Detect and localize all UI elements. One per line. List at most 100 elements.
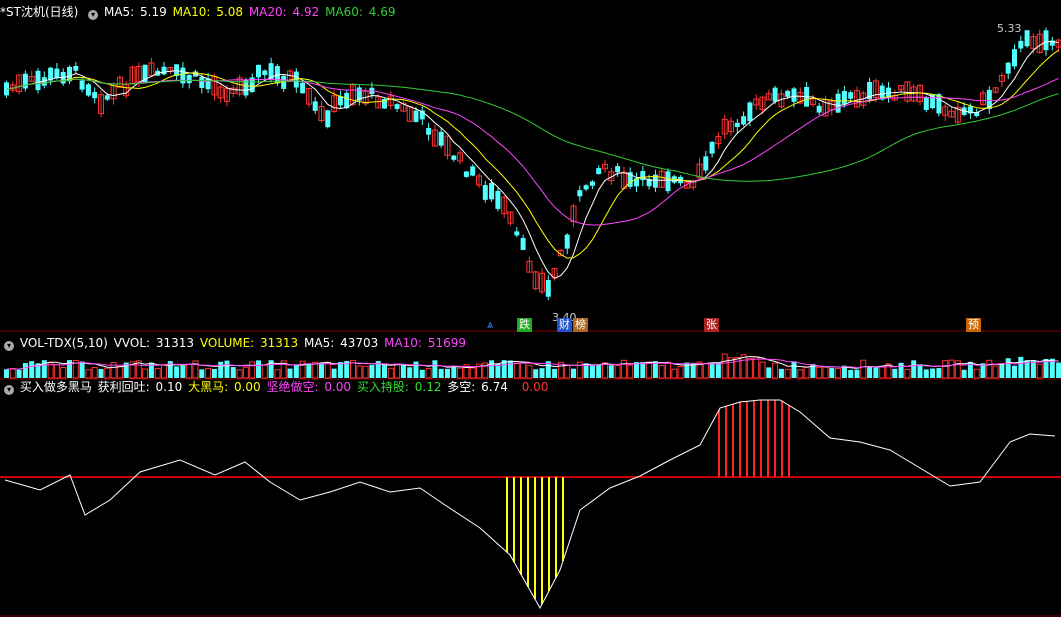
volume-bar [369,364,375,378]
ma20-label: MA20: [248,5,291,19]
tag-zhang[interactable]: 张 [704,318,719,332]
candle-body [463,171,469,177]
volume-bar [22,363,28,378]
price-chart[interactable] [0,0,1061,332]
volume-bar [665,361,671,379]
volume-bar [16,369,22,378]
volume-bar [634,362,639,378]
volume-bar [1036,363,1043,379]
tag-die[interactable]: 跌 [517,318,532,332]
volume-bar [746,357,753,379]
collapse-icon[interactable]: ▾ [88,10,99,20]
indicator-name: 买入做多黑马 [19,380,92,394]
volume-bar [236,369,243,379]
volume-bar [324,361,331,379]
candle-body [936,94,942,114]
candle-body [495,190,501,209]
volume-bar [387,367,394,379]
volume-bar [791,361,797,378]
candle-body [104,95,110,100]
volume-bar [892,368,898,378]
candle-body [923,97,929,110]
vol-ma10-label: MA10: [384,336,426,350]
tag-yu[interactable]: 预 [966,318,981,332]
candle-body [514,231,520,236]
volume-bar [854,369,860,378]
volume-bar [104,367,111,379]
volume-bar [287,368,293,378]
volume-bar [319,362,324,378]
volume-bar [879,366,886,379]
volume-bar [394,363,401,379]
candle-body [734,122,740,127]
volume-bar [677,365,684,379]
indicator-pane[interactable]: ▾ 买入做多黑马 获利回吐: 0.10 大黑马: 0.00 坚绝做空: 0.00… [0,380,1061,617]
long-short-line [4,399,1056,610]
candle-body [256,64,261,78]
volume-bar [513,362,520,379]
volume-bar [116,365,123,379]
big-dark-horse-value: 0.00 [233,380,261,394]
tag-arrow[interactable]: ⩓ [485,318,495,332]
volume-bar [174,366,180,378]
buy-hold-value: 0.12 [414,380,442,394]
volume-bar [419,369,425,378]
volume-bar [766,367,772,378]
volume-bar [702,363,709,379]
collapse-icon[interactable]: ▾ [4,385,14,395]
indicator-legend: ▾ 买入做多黑马 获利回吐: 0.10 大黑马: 0.00 坚绝做空: 0.00… [0,379,550,395]
volume-bar [79,361,85,378]
volume-bar [312,361,319,379]
tag-cai[interactable]: 财 [557,318,572,332]
volume-bar [306,363,312,378]
volume-bar [608,365,614,378]
volume-bar [917,364,923,378]
candle-body [816,105,822,113]
ma5-label: MA5: [103,5,139,19]
volume-bar [829,368,835,378]
candle-body [35,70,41,91]
volume-pane[interactable]: ▾ VOL-TDX(5,10) VVOL: 31313 VOLUME: 3131… [0,333,1061,380]
vvol-label: VVOL: [113,336,154,350]
volume-bar [936,368,942,378]
candle-body [489,182,495,200]
volume-bar [356,365,363,379]
ma20-line [6,77,1059,226]
extra-value: 0.00 [521,380,549,394]
ma60-label: MA60: [325,5,367,19]
volume-bar [186,363,193,379]
candle-body [1005,62,1011,74]
volume-bar [85,369,92,379]
vol-ma10-value: 51699 [427,336,466,350]
tag-bang[interactable]: 榜 [573,318,588,332]
volume-bar [224,360,230,378]
volume-bar [961,369,967,378]
candle-body [709,141,715,154]
price-pane[interactable]: *ST沈机(日线) ▾ MA5: 5.19 MA10: 5.08 MA20: 4… [0,0,1061,332]
volume-bar [576,361,583,379]
firm-short-value: 0.00 [324,380,352,394]
candle-body [545,280,551,297]
volume-bar [552,368,558,378]
long-short-value: 6.74 [481,380,508,394]
candle-body [413,110,419,122]
volume-bar [999,364,1005,378]
candle-body [293,71,299,88]
volume-bar [867,366,873,378]
volume-bar [898,362,904,378]
volume-bar [425,368,432,379]
volume-bar [848,369,854,378]
volume-bar [489,360,495,378]
indicator-chart[interactable] [0,380,1061,617]
volume-bar [772,362,779,379]
collapse-icon[interactable]: ▾ [4,341,14,351]
candle-body [615,166,621,173]
volume-bar [721,353,728,379]
long-short-label: 多空: [447,380,480,394]
candle-body [470,166,476,176]
candle-body [22,73,28,89]
candle-body [73,66,79,71]
vol-ma5-value: 43703 [340,336,379,350]
candle-body [426,128,432,135]
volume-bar [60,366,67,379]
